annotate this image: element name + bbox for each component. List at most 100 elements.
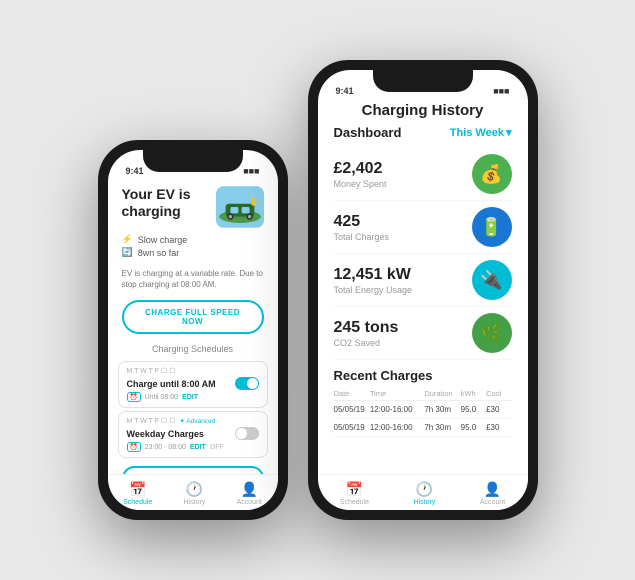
table-row-0: 05/05/19 12:00-16:00 7h 30m 95.0 £30	[334, 401, 512, 419]
recent-charges-title: Recent Charges	[318, 360, 528, 387]
stat-icon-0: 💰	[472, 154, 512, 194]
sched-sub-1: ⏰ Until 08:00 EDIT	[127, 392, 259, 402]
cell-cost-1: £30	[486, 423, 511, 432]
sched-tag-1: ⏰	[127, 392, 141, 402]
stat-text-2: 12,451 kW Total Energy Usage	[334, 266, 413, 295]
stat-label-1: Total Charges	[334, 232, 390, 242]
nav-account[interactable]: 👤 Account	[237, 481, 262, 506]
account-icon-2: 👤	[484, 481, 501, 498]
sched-time-2: 23:00 - 08:00	[145, 444, 186, 451]
sched-time-1: Until 08:00	[145, 394, 178, 401]
nav2-schedule[interactable]: 📅 Schedule	[340, 481, 369, 506]
schedule-icon-2: 📅	[346, 481, 363, 498]
schedule-card-1: M T W T F ☐ ☐ Charge until 8:00 AM ⏰ Unt…	[118, 361, 268, 408]
stat-row-0: £2,402 Money Spent 💰	[334, 148, 512, 201]
stat-value-2: 12,451 kW	[334, 266, 413, 284]
battery-2: ■■■	[493, 86, 509, 96]
time-2: 9:41	[336, 86, 354, 96]
nav-history-label: History	[184, 499, 206, 506]
dashboard-title-row: Dashboard This Week ▾	[334, 125, 512, 140]
col-duration: Duration	[424, 389, 460, 398]
sched-sub-2: ⏰ 23:00 - 08:00 EDIT OFF	[127, 442, 259, 452]
cell-date-1: 05/05/19	[334, 423, 370, 432]
stat-value-1: 425	[334, 213, 390, 231]
cell-dur-0: 7h 30m	[424, 405, 460, 414]
this-week-button[interactable]: This Week ▾	[450, 126, 512, 139]
cell-kwh-0: 95.0	[461, 405, 486, 414]
stat-value-3: 245 tons	[334, 319, 399, 337]
col-date: Date	[334, 389, 370, 398]
stat-row-1: 425 Total Charges 🔋	[334, 201, 512, 254]
time-1: 9:41	[126, 166, 144, 176]
ev-title: Your EV ischarging	[122, 186, 191, 220]
sched-name-2: Weekday Charges	[127, 429, 204, 439]
table-row-1: 05/05/19 12:00-16:00 7h 30m 95.0 £30	[334, 419, 512, 437]
nav2-history[interactable]: 🕐 History	[414, 481, 436, 506]
cell-time-0: 12:00-16:00	[370, 405, 425, 414]
scene: 9:41 ■■■ Your EV ischarging	[78, 40, 558, 540]
distance-label: 8wn so far	[138, 248, 180, 258]
charge-full-speed-button[interactable]: CHARGE FULL SPEED NOW	[122, 300, 264, 334]
bottom-nav-1: 📅 Schedule 🕐 History 👤 Account	[108, 474, 278, 510]
stat-label-2: Total Energy Usage	[334, 285, 413, 295]
notch2	[373, 70, 473, 92]
ev-illustration	[216, 186, 264, 228]
sched-tag-2: ⏰	[127, 442, 141, 452]
ev-header: Your EV ischarging	[108, 178, 278, 234]
nav-history[interactable]: 🕐 History	[184, 481, 206, 506]
battery-1: ■■■	[243, 166, 259, 176]
nav2-history-label: History	[414, 499, 436, 506]
stat-icon-2: 🔌	[472, 260, 512, 300]
cell-time-1: 12:00-16:00	[370, 423, 425, 432]
stat-icon-1: 🔋	[472, 207, 512, 247]
dashboard-label: Dashboard	[334, 125, 402, 140]
toggle-2[interactable]	[235, 427, 259, 440]
stat-text-1: 425 Total Charges	[334, 213, 390, 242]
phone2-shell: 9:41 ■■■ Charging History Dashboard This…	[308, 60, 538, 520]
slow-charge-label: Slow charge	[138, 235, 188, 245]
nav2-account-label: Account	[480, 499, 505, 506]
schedules-title: Charging Schedules	[108, 340, 278, 358]
stat-row-2: 12,451 kW Total Energy Usage 🔌	[334, 254, 512, 307]
sched-main-2: Weekday Charges	[127, 427, 259, 440]
stat-value-0: £2,402	[334, 160, 387, 178]
col-kwh: kWh	[461, 389, 486, 398]
sched-main-1: Charge until 8:00 AM	[127, 377, 259, 390]
slow-charge-row: ⚡ Slow charge	[122, 234, 264, 245]
stat-row-3: 245 tons CO2 Saved 🌿	[334, 307, 512, 360]
toggle-1[interactable]	[235, 377, 259, 390]
notch1	[143, 150, 243, 172]
sched-edit-1[interactable]: EDIT	[182, 394, 198, 401]
schedule-card-2: M T W T F ☐ ☐ ✦ Advanced Weekday Charges…	[118, 411, 268, 458]
chevron-down-icon: ▾	[506, 126, 512, 139]
this-week-label: This Week	[450, 127, 504, 139]
sched-edit-2[interactable]: EDIT	[190, 444, 206, 451]
stat-text-0: £2,402 Money Spent	[334, 160, 387, 189]
bolt-icon: ⚡	[122, 234, 133, 245]
cell-dur-1: 7h 30m	[424, 423, 460, 432]
col-cost: Cost	[486, 389, 511, 398]
stat-label-0: Money Spent	[334, 179, 387, 189]
cell-kwh-1: 95.0	[461, 423, 486, 432]
table-header: Date Time Duration kWh Cost	[334, 387, 512, 401]
dashboard-section: Dashboard This Week ▾ £2,402 Money Spent…	[318, 125, 528, 360]
phone1-screen: 9:41 ■■■ Your EV ischarging	[108, 150, 278, 510]
history-icon-2: 🕐	[416, 481, 433, 498]
schedule-icon: 📅	[129, 481, 146, 498]
ev-description: EV is charging at a variable rate. Due t…	[108, 264, 278, 294]
nav2-schedule-label: Schedule	[340, 499, 369, 506]
nav-account-label: Account	[237, 499, 262, 506]
phone2-screen: 9:41 ■■■ Charging History Dashboard This…	[318, 70, 528, 510]
history-header: Charging History	[318, 98, 528, 125]
distance-icon: 🔄	[122, 247, 133, 258]
nav-schedule-label: Schedule	[123, 499, 152, 506]
account-icon: 👤	[240, 481, 257, 498]
bottom-nav-2: 📅 Schedule 🕐 History 👤 Account	[318, 474, 528, 510]
charges-table: Date Time Duration kWh Cost 05/05/19 12:…	[318, 387, 528, 437]
distance-row: 🔄 8wn so far	[122, 247, 264, 258]
nav2-account[interactable]: 👤 Account	[480, 481, 505, 506]
stat-label-3: CO2 Saved	[334, 338, 399, 348]
phone1-content: Your EV ischarging	[108, 178, 278, 510]
nav-schedule[interactable]: 📅 Schedule	[123, 481, 152, 506]
cell-cost-0: £30	[486, 405, 511, 414]
